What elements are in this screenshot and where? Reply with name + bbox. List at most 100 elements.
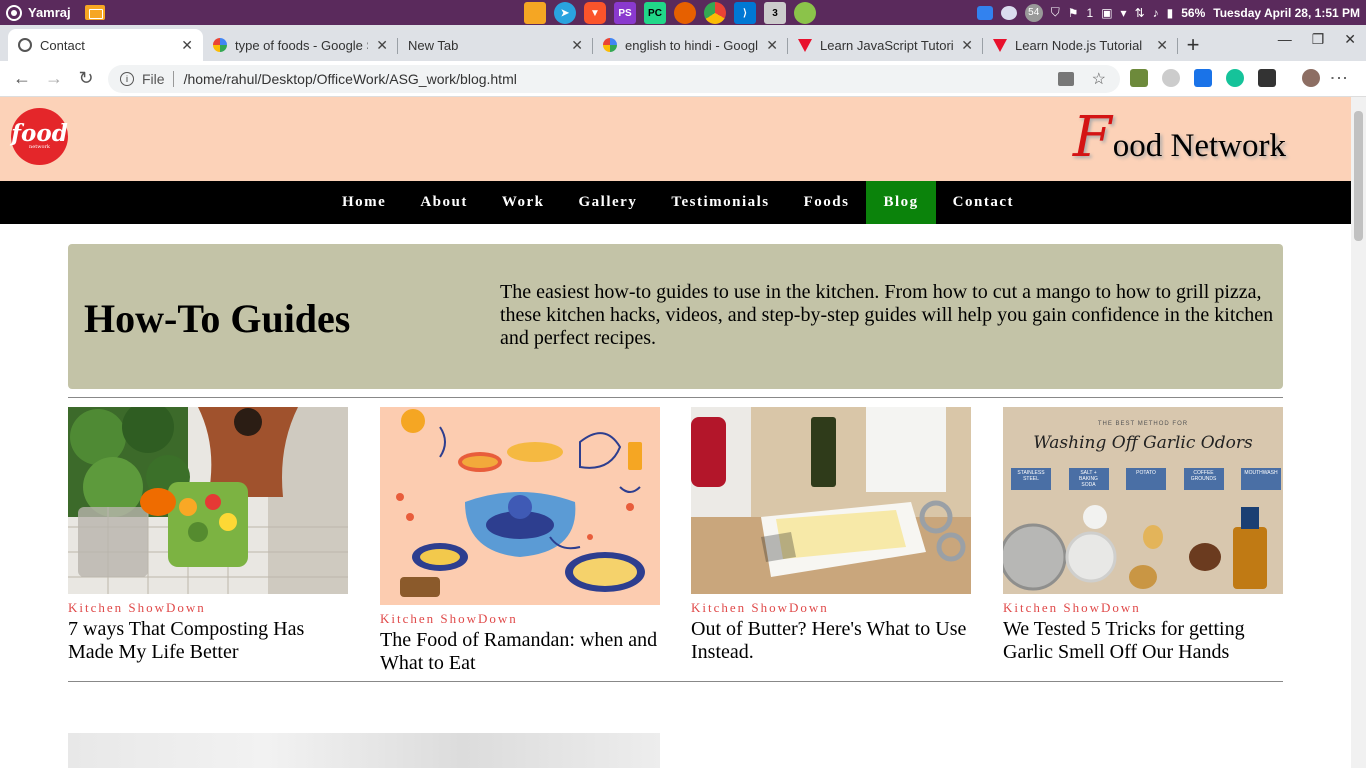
blog-card[interactable]: THE BEST METHOD FOR Washing Off Garlic O… bbox=[1003, 407, 1283, 664]
garlic-odors-infographic[interactable]: THE BEST METHOD FOR Washing Off Garlic O… bbox=[1003, 407, 1283, 594]
nav-contact[interactable]: Contact bbox=[936, 181, 1031, 224]
tab-contact[interactable]: Contact ✕ bbox=[8, 29, 203, 61]
back-icon[interactable]: ← bbox=[6, 68, 38, 89]
more-menu-icon[interactable]: ⋮ bbox=[1328, 69, 1350, 87]
tab-label: New Tab bbox=[408, 37, 459, 53]
chrome-icon[interactable] bbox=[704, 2, 726, 24]
shield-icon[interactable]: ⛉ bbox=[1051, 5, 1060, 20]
address-bar[interactable]: i File /home/rahul/Desktop/OfficeWork/AS… bbox=[108, 65, 1120, 93]
url-text[interactable]: /home/rahul/Desktop/OfficeWork/ASG_work/… bbox=[184, 71, 517, 87]
music-icon[interactable]: ♪ bbox=[1153, 6, 1159, 20]
nav-work[interactable]: Work bbox=[485, 181, 562, 224]
close-icon[interactable]: ✕ bbox=[571, 37, 583, 54]
food-network-logo[interactable]: food network bbox=[11, 108, 68, 165]
wifi-icon[interactable]: ▾ bbox=[1121, 6, 1127, 20]
hero-banner: How-To Guides The easiest how-to guides … bbox=[68, 244, 1283, 389]
google-icon bbox=[213, 38, 227, 52]
extension-fi-icon[interactable] bbox=[1194, 69, 1212, 87]
display-icon[interactable]: ▣ bbox=[1101, 6, 1112, 20]
chat-icon[interactable] bbox=[1000, 5, 1017, 20]
blog-card[interactable]: Kitchen ShowDown Out of Butter? Here's W… bbox=[691, 407, 971, 664]
notification-icon[interactable]: ⚑ bbox=[1068, 6, 1079, 20]
restore-icon[interactable]: ❐ bbox=[1312, 31, 1325, 48]
pycharm-icon[interactable]: PC bbox=[644, 2, 666, 24]
extension-eyedropper-icon[interactable] bbox=[1130, 69, 1148, 87]
text-editor-icon[interactable]: 3 bbox=[764, 2, 786, 24]
marble-image[interactable] bbox=[68, 733, 660, 768]
tab-learn-javascript[interactable]: Learn JavaScript Tutori ✕ bbox=[788, 29, 983, 61]
profile-avatar[interactable] bbox=[1302, 69, 1320, 87]
minimize-icon[interactable]: — bbox=[1278, 31, 1292, 48]
nav-gallery[interactable]: Gallery bbox=[562, 181, 655, 224]
composting-image[interactable] bbox=[68, 407, 348, 594]
window-controls: — ❐ ✕ bbox=[1278, 31, 1356, 48]
browser-toolbar: ← → ↻ i File /home/rahul/Desktop/OfficeW… bbox=[0, 61, 1366, 97]
extension-ninja-icon[interactable] bbox=[1258, 69, 1276, 87]
blog-card[interactable]: Kitchen ShowDown 7 ways That Composting … bbox=[68, 407, 348, 664]
close-icon[interactable]: ✕ bbox=[961, 37, 973, 54]
nav-testimonials[interactable]: Testimonials bbox=[654, 181, 786, 224]
translate-icon[interactable] bbox=[1058, 72, 1074, 86]
card-category[interactable]: Kitchen ShowDown bbox=[691, 600, 971, 616]
tab-label: Contact bbox=[40, 37, 85, 53]
tab-new-tab[interactable]: New Tab ✕ bbox=[398, 29, 593, 61]
phpstorm-icon[interactable]: PS bbox=[614, 2, 636, 24]
tab-label: english to hindi - Google bbox=[625, 37, 759, 53]
tab-google-translate[interactable]: english to hindi - Google ✕ bbox=[593, 29, 788, 61]
grammarly-icon[interactable] bbox=[1226, 69, 1244, 87]
tab-google-search[interactable]: type of foods - Google S ✕ bbox=[203, 29, 398, 61]
vivaldi-icon bbox=[993, 38, 1007, 52]
ramadan-food-illustration[interactable] bbox=[380, 407, 660, 605]
settings-icon bbox=[6, 4, 22, 21]
close-icon[interactable]: ✕ bbox=[766, 37, 778, 54]
new-tab-button[interactable]: + bbox=[1178, 29, 1208, 61]
close-icon[interactable]: ✕ bbox=[376, 37, 388, 54]
close-icon[interactable]: ✕ bbox=[1156, 37, 1168, 54]
battery-icon[interactable]: ▮ bbox=[1167, 6, 1174, 20]
forward-icon[interactable]: → bbox=[38, 68, 70, 89]
card-title[interactable]: The Food of Ramandan: when and What to E… bbox=[380, 629, 660, 675]
butter-image[interactable] bbox=[691, 407, 971, 594]
files-icon[interactable] bbox=[524, 2, 546, 24]
divider bbox=[68, 681, 1283, 682]
card-title[interactable]: Out of Butter? Here's What to Use Instea… bbox=[691, 618, 971, 664]
reload-icon[interactable]: ↻ bbox=[70, 68, 102, 89]
nav-foods[interactable]: Foods bbox=[787, 181, 867, 224]
battery-percent: 56% bbox=[1181, 5, 1206, 20]
scrollbar-thumb[interactable] bbox=[1354, 111, 1363, 241]
brave-icon[interactable]: ▼ bbox=[584, 2, 606, 24]
clock[interactable]: Tuesday April 28, 1:51 PM bbox=[1213, 6, 1360, 20]
tab-label: Learn Node.js Tutorial bbox=[1015, 37, 1143, 53]
nav-blog[interactable]: Blog bbox=[866, 181, 936, 224]
extension-icon[interactable] bbox=[1162, 69, 1180, 87]
nav-home[interactable]: Home bbox=[325, 181, 403, 224]
os-top-bar: Yamraj ➤ ▼ PS PC ⟩ 3 54 ⛉ ⚑ 1 ▣ ▾ ⇅ ♪ ▮ … bbox=[0, 0, 1366, 25]
site-header: food network Food Network bbox=[0, 97, 1351, 181]
zoom-icon[interactable] bbox=[976, 5, 993, 20]
info-icon[interactable]: i bbox=[120, 72, 134, 86]
app-icon[interactable] bbox=[794, 2, 816, 24]
firefox-icon[interactable] bbox=[674, 2, 696, 24]
tab-learn-nodejs[interactable]: Learn Node.js Tutorial ✕ bbox=[983, 29, 1178, 61]
telegram-icon[interactable]: ➤ bbox=[554, 2, 576, 24]
card-category[interactable]: Kitchen ShowDown bbox=[1003, 600, 1283, 616]
page-viewport: food network Food Network Home About Wor… bbox=[0, 97, 1351, 768]
file-manager-icon[interactable] bbox=[84, 5, 105, 20]
blog-card[interactable]: Kitchen ShowDown The Food of Ramandan: w… bbox=[380, 407, 660, 675]
hero-description: The easiest how-to guides to use in the … bbox=[500, 281, 1274, 349]
user-menu[interactable]: Yamraj bbox=[0, 4, 71, 21]
close-window-icon[interactable]: ✕ bbox=[1344, 31, 1356, 48]
page-scrollbar[interactable] bbox=[1351, 97, 1366, 768]
network-icon[interactable]: ⇅ bbox=[1135, 6, 1145, 20]
bookmark-star-icon[interactable]: ☆ bbox=[1092, 69, 1106, 89]
card-category[interactable]: Kitchen ShowDown bbox=[380, 611, 660, 627]
card-category[interactable]: Kitchen ShowDown bbox=[68, 600, 348, 616]
vscode-icon[interactable]: ⟩ bbox=[734, 2, 756, 24]
hero-title: How-To Guides bbox=[84, 296, 351, 341]
card-title[interactable]: We Tested 5 Tricks for getting Garlic Sm… bbox=[1003, 618, 1283, 664]
close-icon[interactable]: ✕ bbox=[181, 37, 193, 54]
card-title[interactable]: 7 ways That Composting Has Made My Life … bbox=[68, 618, 348, 664]
counter-badge[interactable]: 54 bbox=[1024, 3, 1043, 22]
site-nav: Home About Work Gallery Testimonials Foo… bbox=[0, 181, 1351, 224]
nav-about[interactable]: About bbox=[403, 181, 485, 224]
